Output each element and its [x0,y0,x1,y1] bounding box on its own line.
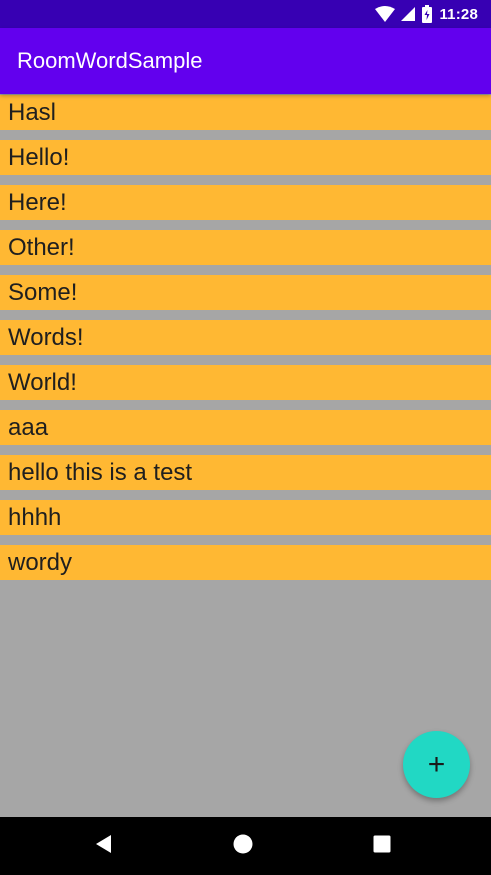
word-text: Hasl [8,99,57,126]
signal-icon [401,7,416,21]
status-icons: 11:28 [375,5,478,23]
wifi-icon [375,6,396,22]
word-text: Hello! [8,144,70,171]
list-item[interactable]: Hasl [0,95,491,130]
word-text: World! [8,369,77,396]
list-item[interactable]: wordy [0,545,491,580]
back-icon [95,834,113,859]
home-icon [233,834,253,859]
nav-bar [0,817,491,875]
word-text: Some! [8,279,78,306]
list-item[interactable]: aaa [0,410,491,445]
list-item[interactable]: World! [0,365,491,400]
word-text: Other! [8,234,75,261]
recents-icon [373,835,391,858]
battery-icon [421,5,433,23]
app-bar: RoomWordSample [0,28,491,94]
recents-button[interactable] [352,817,412,875]
word-text: hhhh [8,504,62,531]
list-item[interactable]: Here! [0,185,491,220]
list-item[interactable]: Hello! [0,140,491,175]
list-item[interactable]: Words! [0,320,491,355]
plus-icon: + [427,747,446,781]
word-text: hello this is a test [8,459,193,486]
status-time: 11:28 [439,5,478,23]
word-text: aaa [8,414,49,441]
word-text: Words! [8,324,84,351]
list-item[interactable]: hello this is a test [0,455,491,490]
status-bar: 11:28 [0,0,491,28]
word-list: Hasl Hello! Here! Other! Some! Words! Wo… [0,95,491,590]
word-text: Here! [8,189,67,216]
app-title: RoomWordSample [17,48,203,73]
list-item[interactable]: Other! [0,230,491,265]
add-word-button[interactable]: + [403,731,470,798]
back-button[interactable] [74,817,134,875]
home-button[interactable] [213,817,273,875]
word-text: wordy [8,549,73,576]
list-item[interactable]: hhhh [0,500,491,535]
list-item[interactable]: Some! [0,275,491,310]
